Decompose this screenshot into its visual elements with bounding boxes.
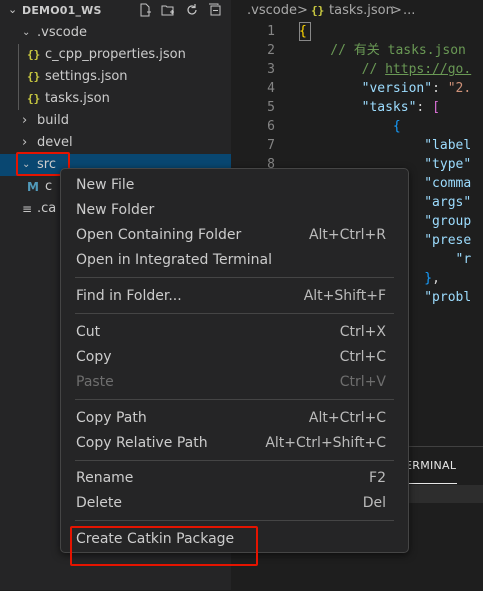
context-menu: New File New Folder Open Containing Fold… xyxy=(60,168,409,553)
breadcrumb-file[interactable]: tasks.json xyxy=(329,0,394,22)
collapse-all-icon[interactable] xyxy=(208,3,222,17)
highlight-box-catkin xyxy=(70,526,258,566)
line-number: 2 xyxy=(267,43,275,58)
tree-item-build-folder[interactable]: › build xyxy=(0,110,231,132)
code-line[interactable]: 3 // https://go. xyxy=(231,60,483,79)
tree-item-c-cpp-properties[interactable]: {} c_cpp_properties.json xyxy=(0,44,231,66)
tree-item-label: c_cpp_properties.json xyxy=(45,47,186,62)
menu-separator xyxy=(75,520,394,521)
line-number: 4 xyxy=(267,81,275,96)
line-number: 3 xyxy=(267,62,275,77)
chevron-right-icon: > xyxy=(391,3,402,18)
tree-item-label: tasks.json xyxy=(45,91,110,106)
tree-item-settings[interactable]: {} settings.json xyxy=(0,66,231,88)
menu-item-new-file[interactable]: New File xyxy=(69,173,400,198)
menu-item-new-folder[interactable]: New Folder xyxy=(69,198,400,223)
tree-item-vscode-folder[interactable]: ⌄ .vscode xyxy=(0,22,231,44)
menu-separator xyxy=(75,313,394,314)
menu-item-find-in-folder[interactable]: Find in Folder... Alt+Shift+F xyxy=(69,284,400,309)
json-file-icon: {} xyxy=(27,48,41,61)
json-file-icon: {} xyxy=(27,70,41,83)
code-text: { xyxy=(392,119,401,134)
line-number: 1 xyxy=(267,24,275,39)
menu-item-cut[interactable]: Cut Ctrl+X xyxy=(69,320,400,345)
menu-item-delete[interactable]: Delete Del xyxy=(69,491,400,516)
code-line[interactable]: 6 { xyxy=(231,117,483,136)
workspace-title[interactable]: DEMO01_WS xyxy=(22,4,102,17)
tree-item-label: .ca xyxy=(37,201,57,216)
code-text: "label xyxy=(424,138,472,153)
tree-item-tasks[interactable]: {} tasks.json xyxy=(0,88,231,110)
json-file-icon: {} xyxy=(27,92,41,105)
code-text: // https://go. xyxy=(361,62,472,77)
code-line[interactable]: 2 // 有关 tasks.json xyxy=(231,41,483,60)
code-line[interactable]: 4 "version": "2. xyxy=(231,79,483,98)
breadcrumb-more[interactable]: ... xyxy=(403,0,415,22)
menu-item-copy[interactable]: Copy Ctrl+C xyxy=(69,345,400,370)
menu-separator xyxy=(75,277,394,278)
tree-item-label: build xyxy=(37,113,69,128)
menu-item-copy-path[interactable]: Copy Path Alt+Ctrl+C xyxy=(69,406,400,431)
breadcrumb: .vscode > {} tasks.json > ... xyxy=(231,0,483,22)
code-line[interactable]: 5 "tasks": [ xyxy=(231,98,483,117)
chevron-down-icon: ⌄ xyxy=(22,27,31,38)
lines-file-icon: ≡ xyxy=(22,202,33,216)
active-tab-indicator xyxy=(405,483,457,484)
chevron-right-icon: › xyxy=(22,113,28,128)
code-text: { xyxy=(299,24,307,39)
tab-terminal[interactable]: ERMINAL xyxy=(405,459,456,472)
menu-item-open-containing-folder[interactable]: Open Containing Folder Alt+Ctrl+R xyxy=(69,223,400,248)
explorer-header: ⌄ DEMO01_WS xyxy=(0,0,231,22)
tree-item-label: settings.json xyxy=(45,69,128,84)
menu-item-copy-relative-path[interactable]: Copy Relative Path Alt+Ctrl+Shift+C xyxy=(69,431,400,456)
menu-item-open-in-terminal[interactable]: Open in Integrated Terminal xyxy=(69,248,400,273)
cmake-file-icon: M xyxy=(27,180,39,194)
chevron-down-icon[interactable]: ⌄ xyxy=(8,3,17,16)
line-number: 7 xyxy=(267,138,275,153)
menu-separator xyxy=(75,460,394,461)
json-file-icon: {} xyxy=(311,4,325,17)
tree-item-label: .vscode xyxy=(37,25,87,40)
code-line[interactable]: 1{ xyxy=(231,22,483,41)
refresh-icon[interactable] xyxy=(185,3,199,17)
menu-item-paste: Paste Ctrl+V xyxy=(76,374,386,390)
chevron-right-icon: > xyxy=(297,3,308,18)
tree-item-devel-folder[interactable]: › devel xyxy=(0,132,231,154)
line-number: 5 xyxy=(267,100,275,115)
code-text: "version": "2. xyxy=(361,81,472,96)
chevron-right-icon: › xyxy=(22,135,28,150)
code-text: // 有关 tasks.json xyxy=(299,43,466,58)
new-folder-icon[interactable] xyxy=(161,3,175,17)
line-number: 6 xyxy=(267,119,275,134)
tree-item-label: c xyxy=(45,179,53,194)
breadcrumb-folder[interactable]: .vscode xyxy=(247,0,297,22)
new-file-icon[interactable] xyxy=(138,3,152,17)
tree-item-label: devel xyxy=(37,135,73,150)
code-text: "tasks": [ xyxy=(361,100,440,115)
menu-separator xyxy=(75,399,394,400)
code-line[interactable]: 7 "label xyxy=(231,136,483,155)
menu-item-rename[interactable]: Rename F2 xyxy=(69,466,400,491)
